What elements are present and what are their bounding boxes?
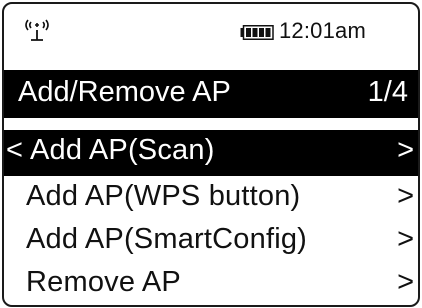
page-indicator: 1/4	[367, 76, 408, 108]
chevron-right-icon: >	[397, 223, 414, 255]
menu-item-add-ap-wps[interactable]: Add AP(WPS button) >	[4, 176, 418, 222]
clock-time: 12:01am	[279, 18, 367, 43]
menu-item-add-ap-scan[interactable]: < Add AP(Scan) >	[4, 130, 418, 176]
menu-item-add-ap-smartconfig[interactable]: Add AP(SmartConfig) >	[4, 219, 418, 265]
chevron-right-icon: >	[397, 180, 414, 212]
screen-title-bar: Add/Remove AP 1/4	[4, 70, 418, 118]
device-screen: 12:01am Add/Remove AP 1/4 < Add AP(Scan)…	[2, 2, 420, 307]
wifi-antenna-icon	[22, 16, 52, 42]
menu-item-remove-ap[interactable]: Remove AP >	[4, 262, 418, 305]
page-title: Add/Remove AP	[18, 76, 231, 108]
chevron-right-icon: >	[397, 134, 414, 166]
back-arrow-icon[interactable]: <	[6, 134, 23, 167]
menu-item-label: Remove AP	[26, 266, 181, 298]
menu-item-label: Add AP(WPS button)	[26, 180, 301, 212]
status-bar: 12:01am	[4, 4, 418, 66]
battery-full-icon	[240, 25, 274, 40]
chevron-right-icon: >	[397, 266, 414, 298]
menu-item-label: Add AP(SmartConfig)	[26, 223, 308, 255]
menu-item-label: Add AP(Scan)	[30, 134, 215, 166]
